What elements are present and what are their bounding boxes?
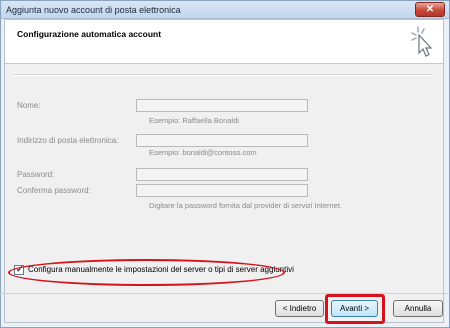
name-field[interactable]: [136, 99, 308, 112]
title-bar[interactable]: Aggiunta nuovo account di posta elettron…: [1, 1, 449, 19]
highlight-ellipse: [8, 259, 285, 286]
wizard-header: Configurazione automatica account: [5, 20, 443, 64]
divider: [13, 74, 433, 76]
password-hint: Digitare la password fornita dal provide…: [149, 201, 343, 210]
close-icon: ✕: [425, 4, 435, 15]
back-button[interactable]: < Indietro: [275, 300, 324, 317]
wizard-cursor-icon: [411, 26, 433, 57]
page-title: Configurazione automatica account: [17, 29, 162, 39]
confirm-password-field[interactable]: [136, 184, 308, 197]
next-button-highlight: [325, 294, 385, 324]
confirm-password-label: Conferma password:: [17, 186, 91, 195]
email-label: Indirizzo di posta elettronica:: [17, 136, 119, 145]
form-area: Nome: Esempio: Raffaella Bonaldi Indiriz…: [5, 65, 443, 268]
password-field[interactable]: [136, 168, 308, 181]
name-label: Nome:: [17, 101, 41, 110]
name-hint: Esempio: Raffaella Bonaldi: [149, 116, 239, 125]
close-button[interactable]: ✕: [415, 2, 445, 17]
email-field[interactable]: [136, 134, 308, 147]
email-hint: Esempio: bonaldi@contoso.com: [149, 148, 257, 157]
window-title: Aggiunta nuovo account di posta elettron…: [6, 5, 181, 15]
password-label: Password:: [17, 170, 55, 179]
cancel-button[interactable]: Annulla: [393, 300, 443, 317]
